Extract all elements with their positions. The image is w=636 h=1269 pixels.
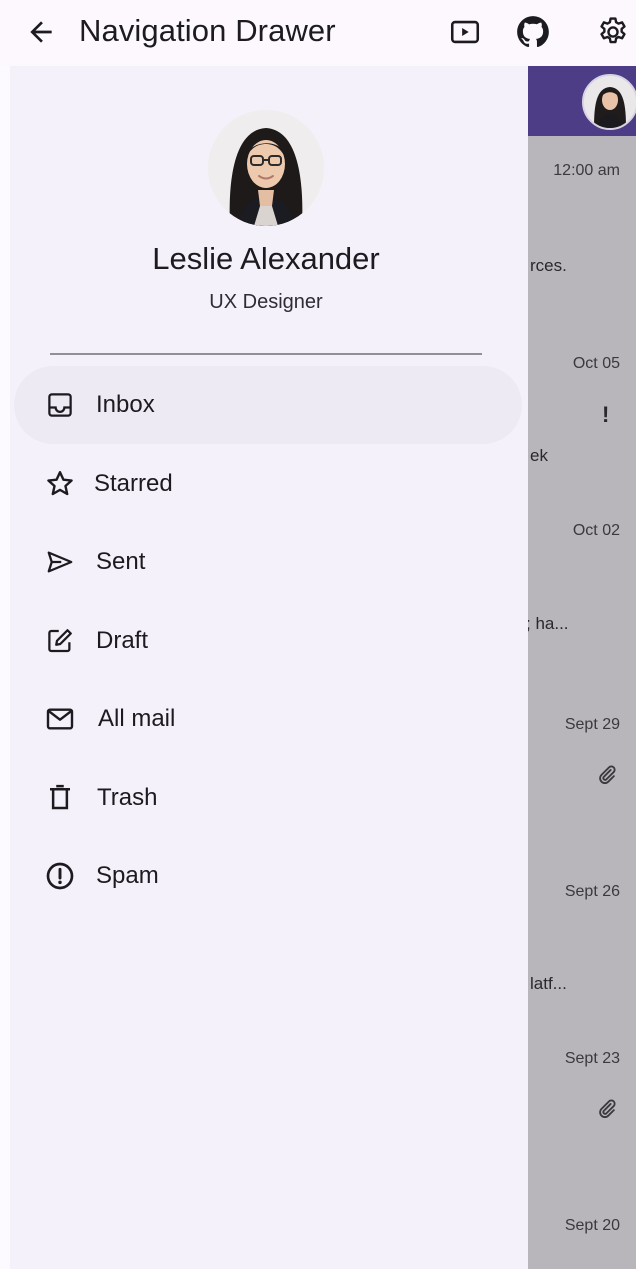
drawer-item-label: Trash [97,784,158,811]
email-date: Oct 02 [572,522,620,539]
settings-icon [600,17,626,44]
email-date: Sept 26 [564,883,620,900]
github-icon [517,16,549,48]
drawer-item-inbox[interactable]: Inbox [14,366,522,444]
email-snippet: rces. [530,256,567,275]
drawer-item-label: Sent [96,548,146,575]
drawer-item-trash[interactable]: Trash [14,759,522,837]
email-date: Sept 29 [564,716,620,733]
arrow-back-icon [30,21,52,43]
drawer-item-label: Spam [96,862,159,889]
drawer-item-sent[interactable]: Sent [14,523,522,601]
drawer-item-starred[interactable]: Starred [14,445,522,523]
email-snippet: ; ha... [528,614,569,633]
email-date: Oct 05 [572,355,620,372]
star-icon [42,466,78,502]
drawer-item-label: Inbox [96,391,155,418]
avatar-photo [584,76,636,128]
attachment-icon [596,764,618,791]
divider [50,353,482,355]
avatar-photo [208,110,324,226]
inbox-icon [42,387,78,423]
trash-icon [42,780,78,816]
navigation-drawer: Leslie Alexander UX Designer Inbox Starr… [10,66,528,1269]
github-button[interactable] [510,9,556,55]
profile-name: Leslie Alexander [152,241,380,276]
mail-icon [42,701,78,737]
top-app-bar: Navigation Drawer [0,0,636,66]
profile-role: UX Designer [209,291,323,313]
email-list-scrim[interactable]: 12:00 am rces. Oct 05 ! ek Oct 02 ; ha..… [528,66,636,1269]
drawer-item-spam[interactable]: Spam [14,837,522,915]
edit-icon [42,623,78,659]
important-marker: ! [602,402,610,427]
attachment-icon [596,1098,618,1125]
drawer-item-draft[interactable]: Draft [14,602,522,680]
drawer-item-label: Starred [94,470,173,497]
header-avatar[interactable] [582,74,636,130]
report-icon [42,858,78,894]
email-date: 12:00 am [553,162,620,179]
drawer-item-all-mail[interactable]: All mail [14,680,522,758]
email-snippet: ek [530,446,548,465]
video-button[interactable] [442,9,488,55]
email-list-header [528,66,636,136]
video-play-icon [450,20,480,44]
email-date: Sept 23 [564,1050,620,1067]
settings-button[interactable] [590,9,636,55]
email-snippet: latf... [530,974,567,993]
email-date: Sept 20 [564,1217,620,1234]
app-bar-title: Navigation Drawer [79,13,336,48]
send-icon [42,544,78,580]
drawer-item-label: Draft [96,627,149,654]
profile-avatar[interactable] [208,110,324,226]
drawer-item-label: All mail [98,705,176,732]
back-button[interactable] [20,11,62,53]
